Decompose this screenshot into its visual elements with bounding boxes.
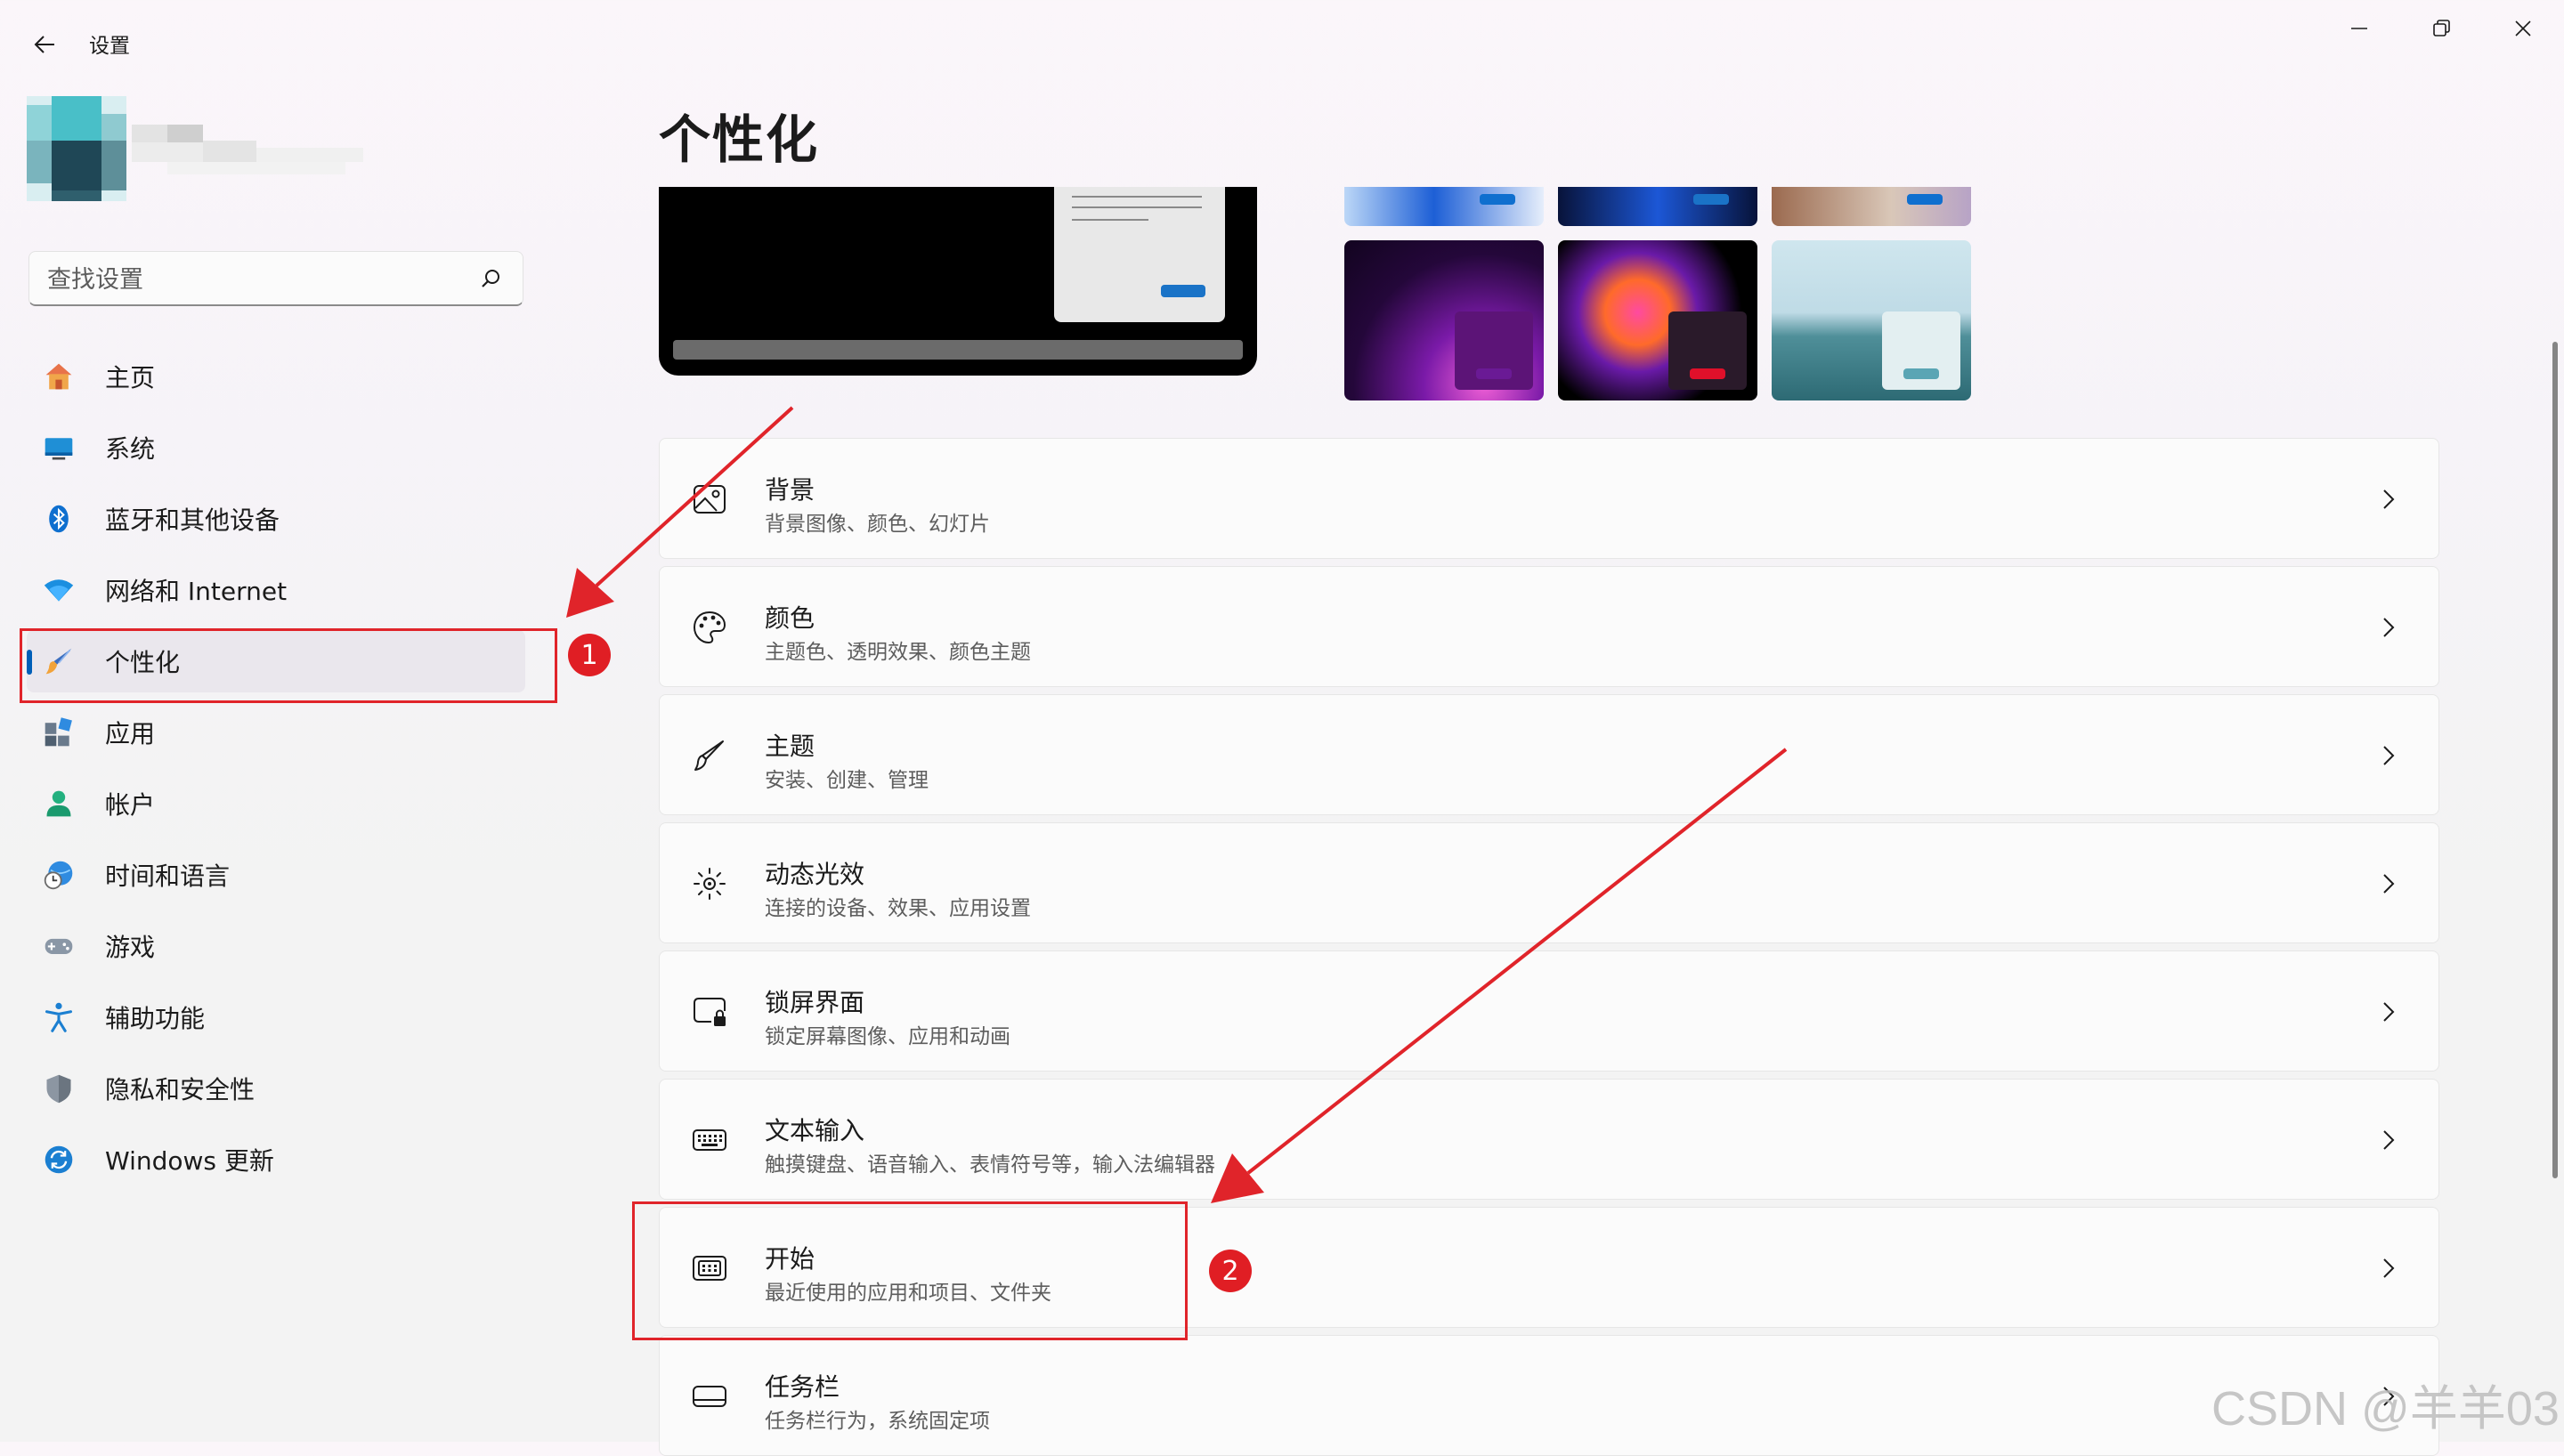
watermark: CSDN @羊羊03 (2211, 1382, 2560, 1436)
annotation-arrow-1 (566, 406, 794, 618)
annotation-arrow-2 (1211, 748, 1788, 1203)
annotation-arrows (566, 406, 1788, 1203)
